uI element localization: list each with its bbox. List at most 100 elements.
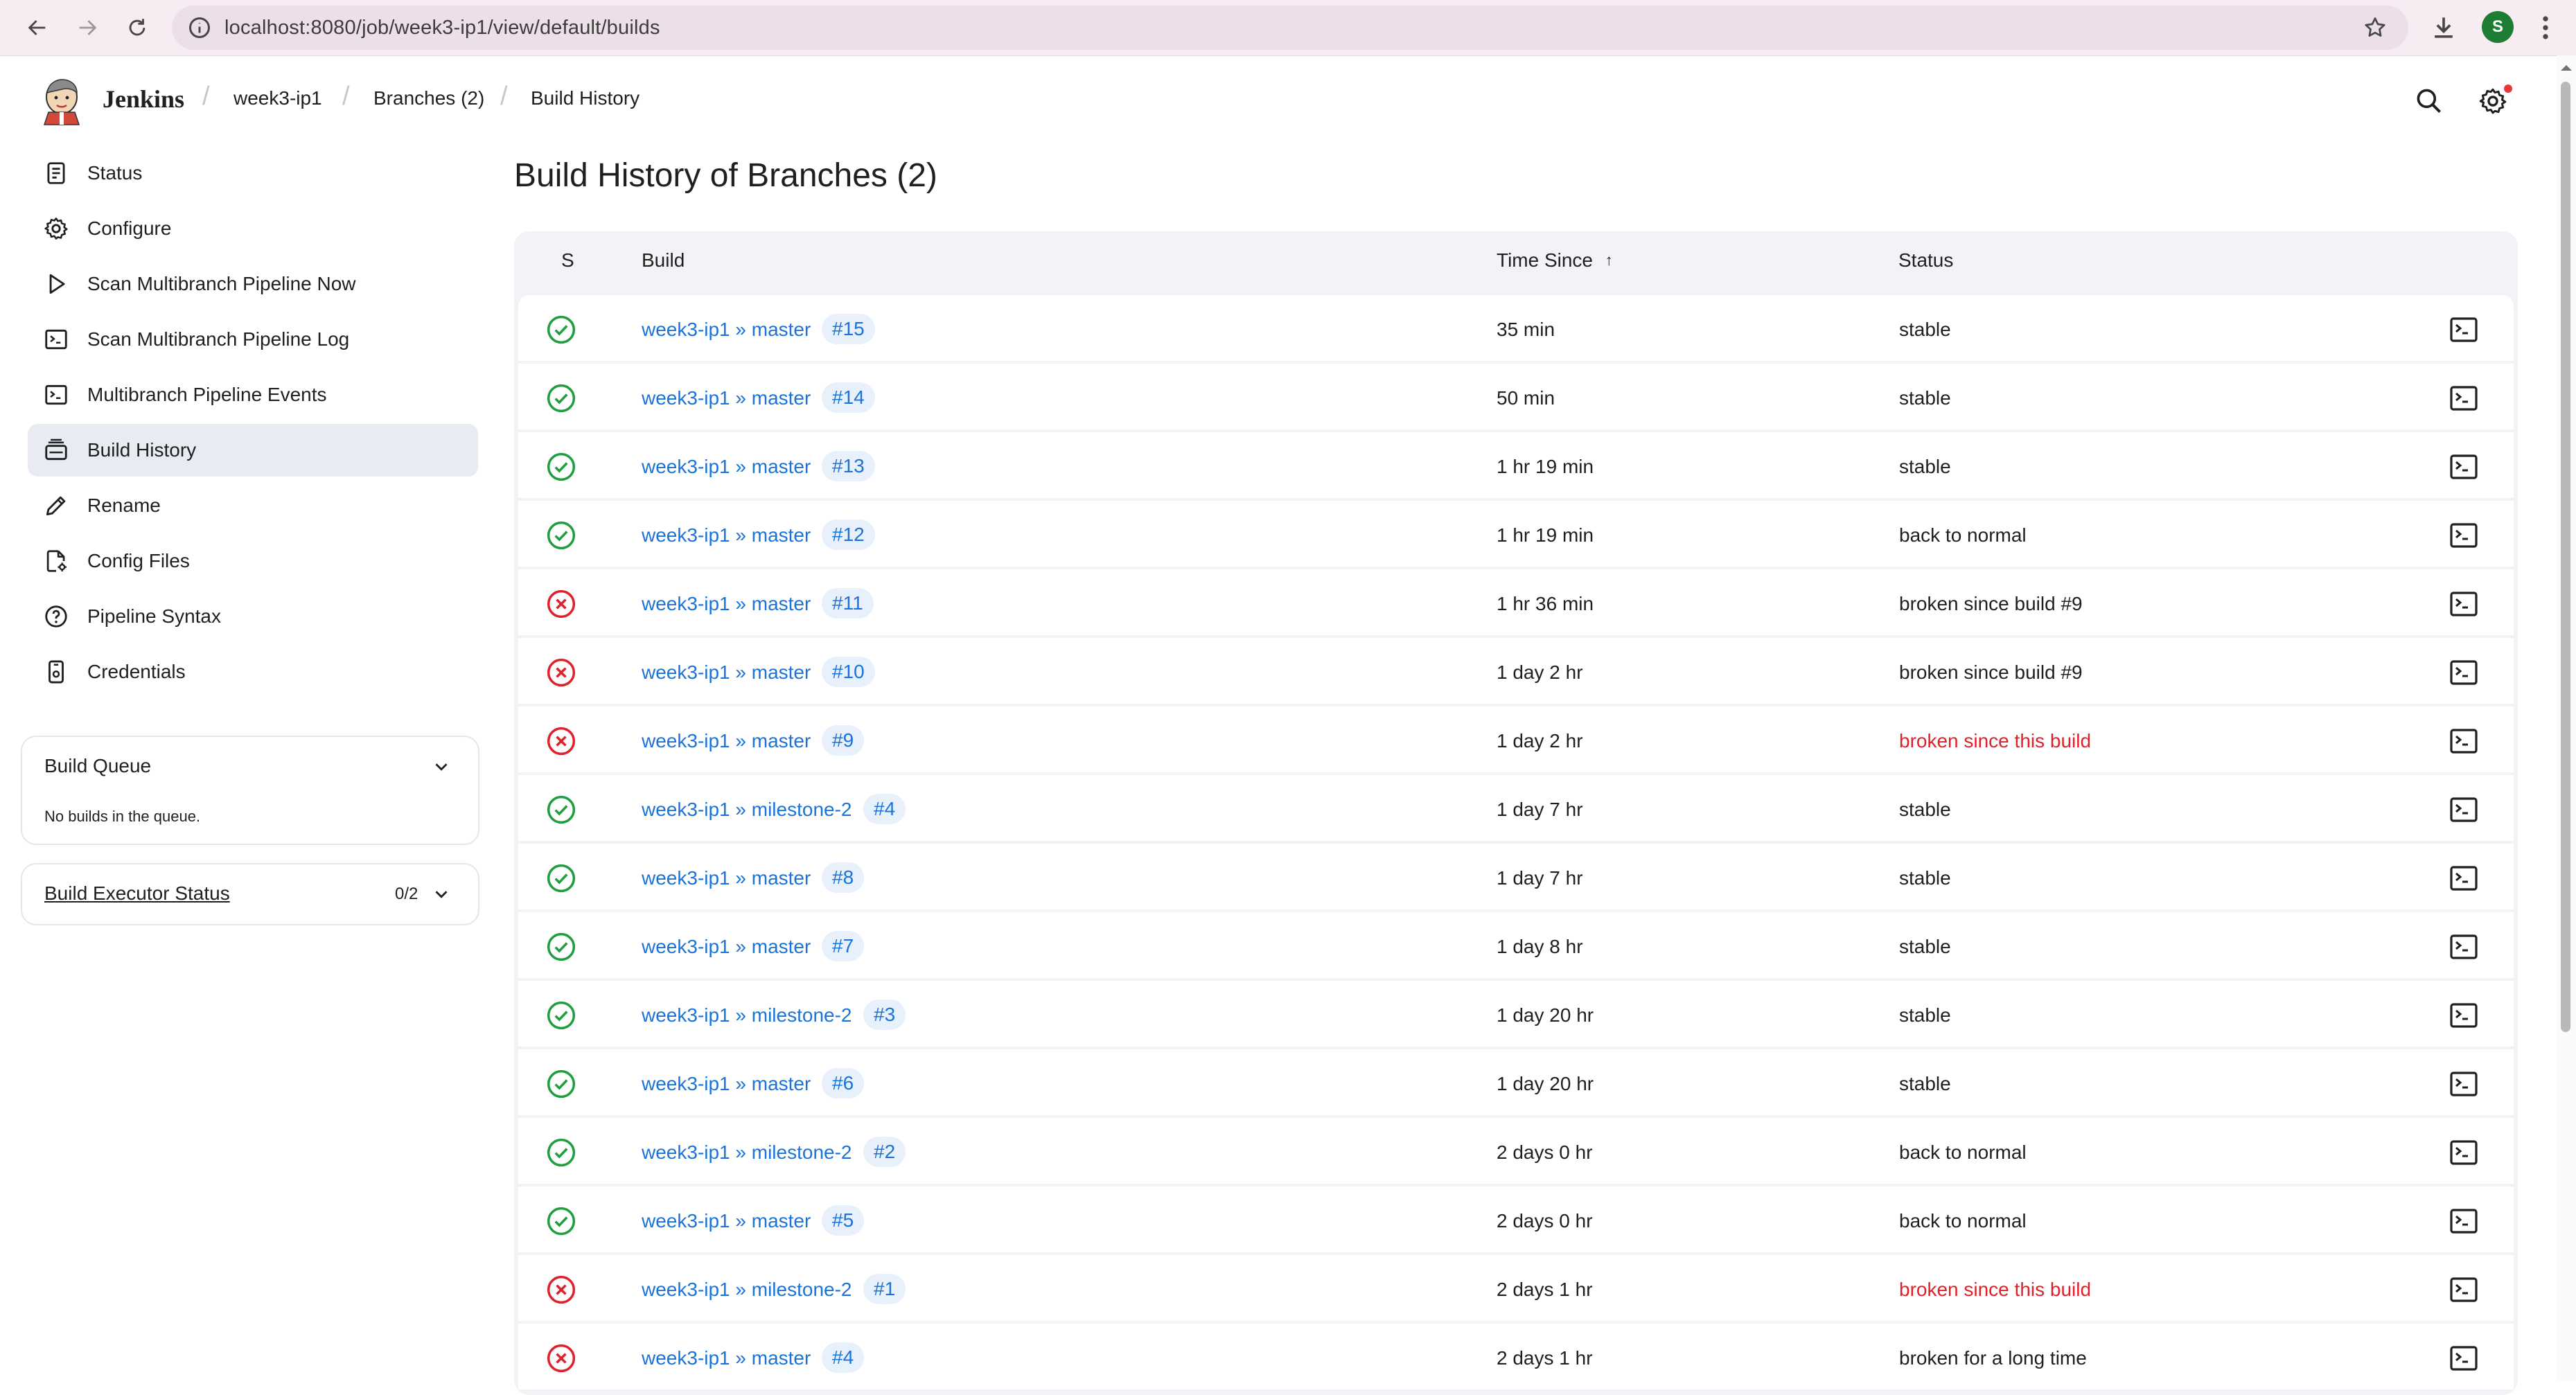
build-number-badge[interactable]: #9 xyxy=(822,725,865,756)
console-output-icon[interactable] xyxy=(2447,450,2480,483)
build-status-cell: broken since this build xyxy=(1899,730,2092,752)
table-row: week3-ip1 » master #5 2 days 0 hr back to n… xyxy=(518,1187,2514,1252)
sidebar-item-scan-log[interactable]: Scan Multibranch Pipeline Log xyxy=(28,313,478,366)
chevron-down-icon[interactable] xyxy=(431,884,452,905)
sidebar-item-label: Scan Multibranch Pipeline Log xyxy=(87,328,350,350)
sidebar-item-build-history[interactable]: Build History xyxy=(28,424,478,477)
build-number-badge[interactable]: #15 xyxy=(822,314,875,344)
site-info-icon[interactable] xyxy=(187,15,212,40)
manage-jenkins-gear-icon[interactable] xyxy=(2478,86,2508,116)
build-job-link[interactable]: week3-ip1 » master xyxy=(642,844,811,912)
table-row: week3-ip1 » master #6 1 day 20 hr stable xyxy=(518,1049,2514,1115)
build-number-badge[interactable]: #8 xyxy=(822,862,865,893)
build-status-cell: back to normal xyxy=(1899,1210,2027,1232)
sidebar-item-label: Rename xyxy=(87,495,161,516)
build-job-link[interactable]: week3-ip1 » master xyxy=(642,432,811,501)
download-icon[interactable] xyxy=(2428,12,2459,43)
console-output-icon[interactable] xyxy=(2447,1342,2480,1375)
sidebar-item-status[interactable]: Status xyxy=(28,147,478,199)
console-output-icon[interactable] xyxy=(2447,1273,2480,1306)
console-output-icon[interactable] xyxy=(2447,862,2480,895)
build-job-link[interactable]: week3-ip1 » master xyxy=(642,1324,811,1392)
build-job-link[interactable]: week3-ip1 » milestone-2 xyxy=(642,775,852,844)
sidebar-item-configure[interactable]: Configure xyxy=(28,202,478,255)
time-since-cell: 1 day 7 hr xyxy=(1497,799,1583,820)
build-job-link[interactable]: week3-ip1 » master xyxy=(642,364,811,432)
sidebar-item-label: Credentials xyxy=(87,661,186,682)
breadcrumb-build-history[interactable]: Build History xyxy=(531,87,639,109)
time-since-cell: 1 day 2 hr xyxy=(1497,661,1583,683)
jenkins-logo-icon[interactable] xyxy=(40,76,83,126)
build-job-link[interactable]: week3-ip1 » milestone-2 xyxy=(642,1255,852,1324)
build-job-link[interactable]: week3-ip1 » master xyxy=(642,295,811,364)
build-number-badge[interactable]: #10 xyxy=(822,657,875,687)
build-number-badge[interactable]: #12 xyxy=(822,519,875,550)
build-number-badge[interactable]: #6 xyxy=(822,1068,865,1099)
profile-avatar[interactable]: S xyxy=(2482,11,2514,43)
build-number-badge[interactable]: #11 xyxy=(822,588,874,619)
address-bar[interactable]: localhost:8080/job/week3-ip1/view/defaul… xyxy=(172,6,2408,50)
build-job-link[interactable]: week3-ip1 » master xyxy=(642,501,811,569)
column-header-s[interactable]: S xyxy=(561,249,574,272)
console-output-icon[interactable] xyxy=(2447,313,2480,346)
build-number-badge[interactable]: #5 xyxy=(822,1205,865,1236)
build-job-link[interactable]: week3-ip1 » milestone-2 xyxy=(642,1118,852,1187)
column-header-time-since[interactable]: Time Since ↑ xyxy=(1497,249,1613,272)
build-job-link[interactable]: week3-ip1 » milestone-2 xyxy=(642,981,852,1049)
console-output-icon[interactable] xyxy=(2447,382,2480,415)
console-output-icon[interactable] xyxy=(2447,1136,2480,1169)
build-number-badge[interactable]: #3 xyxy=(863,999,906,1030)
breadcrumb-separator: / xyxy=(342,82,350,111)
console-output-icon[interactable] xyxy=(2447,587,2480,621)
sidebar-item-pipeline-syntax[interactable]: Pipeline Syntax xyxy=(28,590,478,643)
build-number-badge[interactable]: #4 xyxy=(863,794,906,824)
browser-menu-icon[interactable] xyxy=(2539,12,2552,43)
breadcrumb-branches[interactable]: Branches (2) xyxy=(373,87,484,109)
console-output-icon[interactable] xyxy=(2447,725,2480,758)
sidebar-item-rename[interactable]: Rename xyxy=(28,479,478,532)
console-output-icon[interactable] xyxy=(2447,1205,2480,1238)
build-job-link[interactable]: week3-ip1 » master xyxy=(642,569,811,638)
column-header-status[interactable]: Status xyxy=(1898,249,1953,272)
build-number-badge[interactable]: #1 xyxy=(863,1274,906,1304)
build-queue-title[interactable]: Build Queue xyxy=(44,755,151,777)
breadcrumb-separator: / xyxy=(202,82,210,111)
build-job-link[interactable]: week3-ip1 » master xyxy=(642,707,811,775)
search-icon[interactable] xyxy=(2414,86,2444,116)
build-job-link[interactable]: week3-ip1 » master xyxy=(642,1049,811,1118)
sidebar-item-credentials[interactable]: Credentials xyxy=(28,646,478,698)
column-header-build[interactable]: Build xyxy=(642,249,685,272)
forward-button[interactable] xyxy=(68,8,107,47)
console-output-icon[interactable] xyxy=(2447,930,2480,963)
sidebar-item-pipeline-events[interactable]: Multibranch Pipeline Events xyxy=(28,368,478,421)
sidebar-item-config-files[interactable]: Config Files xyxy=(28,535,478,587)
build-job-link[interactable]: week3-ip1 » master xyxy=(642,912,811,981)
build-status-cell: broken for a long time xyxy=(1899,1347,2087,1369)
console-output-icon[interactable] xyxy=(2447,656,2480,689)
sidebar-item-scan-now[interactable]: Scan Multibranch Pipeline Now xyxy=(28,258,478,310)
build-number-badge[interactable]: #4 xyxy=(822,1342,865,1373)
build-job-link[interactable]: week3-ip1 » master xyxy=(642,638,811,707)
console-output-icon[interactable] xyxy=(2447,1067,2480,1101)
breadcrumb-week3-ip1[interactable]: week3-ip1 xyxy=(233,87,322,109)
build-number-badge[interactable]: #7 xyxy=(822,931,865,961)
chevron-down-icon[interactable] xyxy=(431,756,452,777)
back-button[interactable] xyxy=(18,8,57,47)
reload-icon xyxy=(129,19,145,36)
scroll-up-arrow-icon[interactable] xyxy=(2559,61,2573,75)
build-executor-status-link[interactable]: Build Executor Status xyxy=(44,882,230,905)
help-circle-icon xyxy=(45,605,67,628)
url-text[interactable]: localhost:8080/job/week3-ip1/view/defaul… xyxy=(224,6,660,50)
bookmark-star-icon[interactable] xyxy=(2363,15,2388,40)
jenkins-brand[interactable]: Jenkins xyxy=(103,85,184,114)
sidebar-item-label: Multibranch Pipeline Events xyxy=(87,384,327,405)
build-number-badge[interactable]: #14 xyxy=(822,382,875,413)
build-job-link[interactable]: week3-ip1 » master xyxy=(642,1187,811,1255)
scrollbar-thumb[interactable] xyxy=(2561,82,2570,1032)
console-output-icon[interactable] xyxy=(2447,999,2480,1032)
build-number-badge[interactable]: #13 xyxy=(822,451,875,481)
console-output-icon[interactable] xyxy=(2447,793,2480,826)
reload-button[interactable] xyxy=(118,8,157,47)
console-output-icon[interactable] xyxy=(2447,519,2480,552)
build-number-badge[interactable]: #2 xyxy=(863,1137,906,1167)
